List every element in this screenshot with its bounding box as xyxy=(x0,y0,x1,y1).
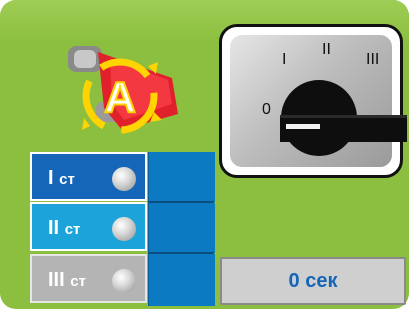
auto-mode-icon[interactable]: A xyxy=(60,38,188,138)
stage-2-button[interactable]: II ст xyxy=(30,202,147,251)
stage-3-slot xyxy=(148,254,215,306)
slot-divider xyxy=(148,252,214,254)
stage-1-button[interactable]: I ст xyxy=(30,152,147,201)
auto-letter: A xyxy=(104,73,136,122)
stage-1-slot xyxy=(148,152,215,202)
stage-selector-switch[interactable]: I II III 0 xyxy=(219,24,407,178)
switch-pointer-mark xyxy=(286,124,320,129)
stage-3-button[interactable]: III ст xyxy=(30,254,147,303)
stage-3-unit: ст xyxy=(70,273,86,290)
stage-1-unit: ст xyxy=(59,171,75,188)
stage-1-indicator-icon xyxy=(112,167,136,191)
stage-2-indicator-icon xyxy=(112,217,136,241)
stage-1-label: I xyxy=(48,167,54,189)
slot-divider xyxy=(148,201,214,203)
switch-label-3: III xyxy=(366,51,380,68)
stage-3-label: III xyxy=(48,269,65,291)
timer-display: 0 сек xyxy=(220,257,406,305)
switch-label-2: II xyxy=(322,41,331,58)
switch-label-0: 0 xyxy=(262,101,271,118)
stage-2-unit: ст xyxy=(64,221,81,238)
stage-2-slot xyxy=(148,203,215,253)
switch-label-1: I xyxy=(282,51,287,68)
stage-3-indicator-icon xyxy=(112,269,136,293)
stage-2-label: II xyxy=(48,217,60,239)
